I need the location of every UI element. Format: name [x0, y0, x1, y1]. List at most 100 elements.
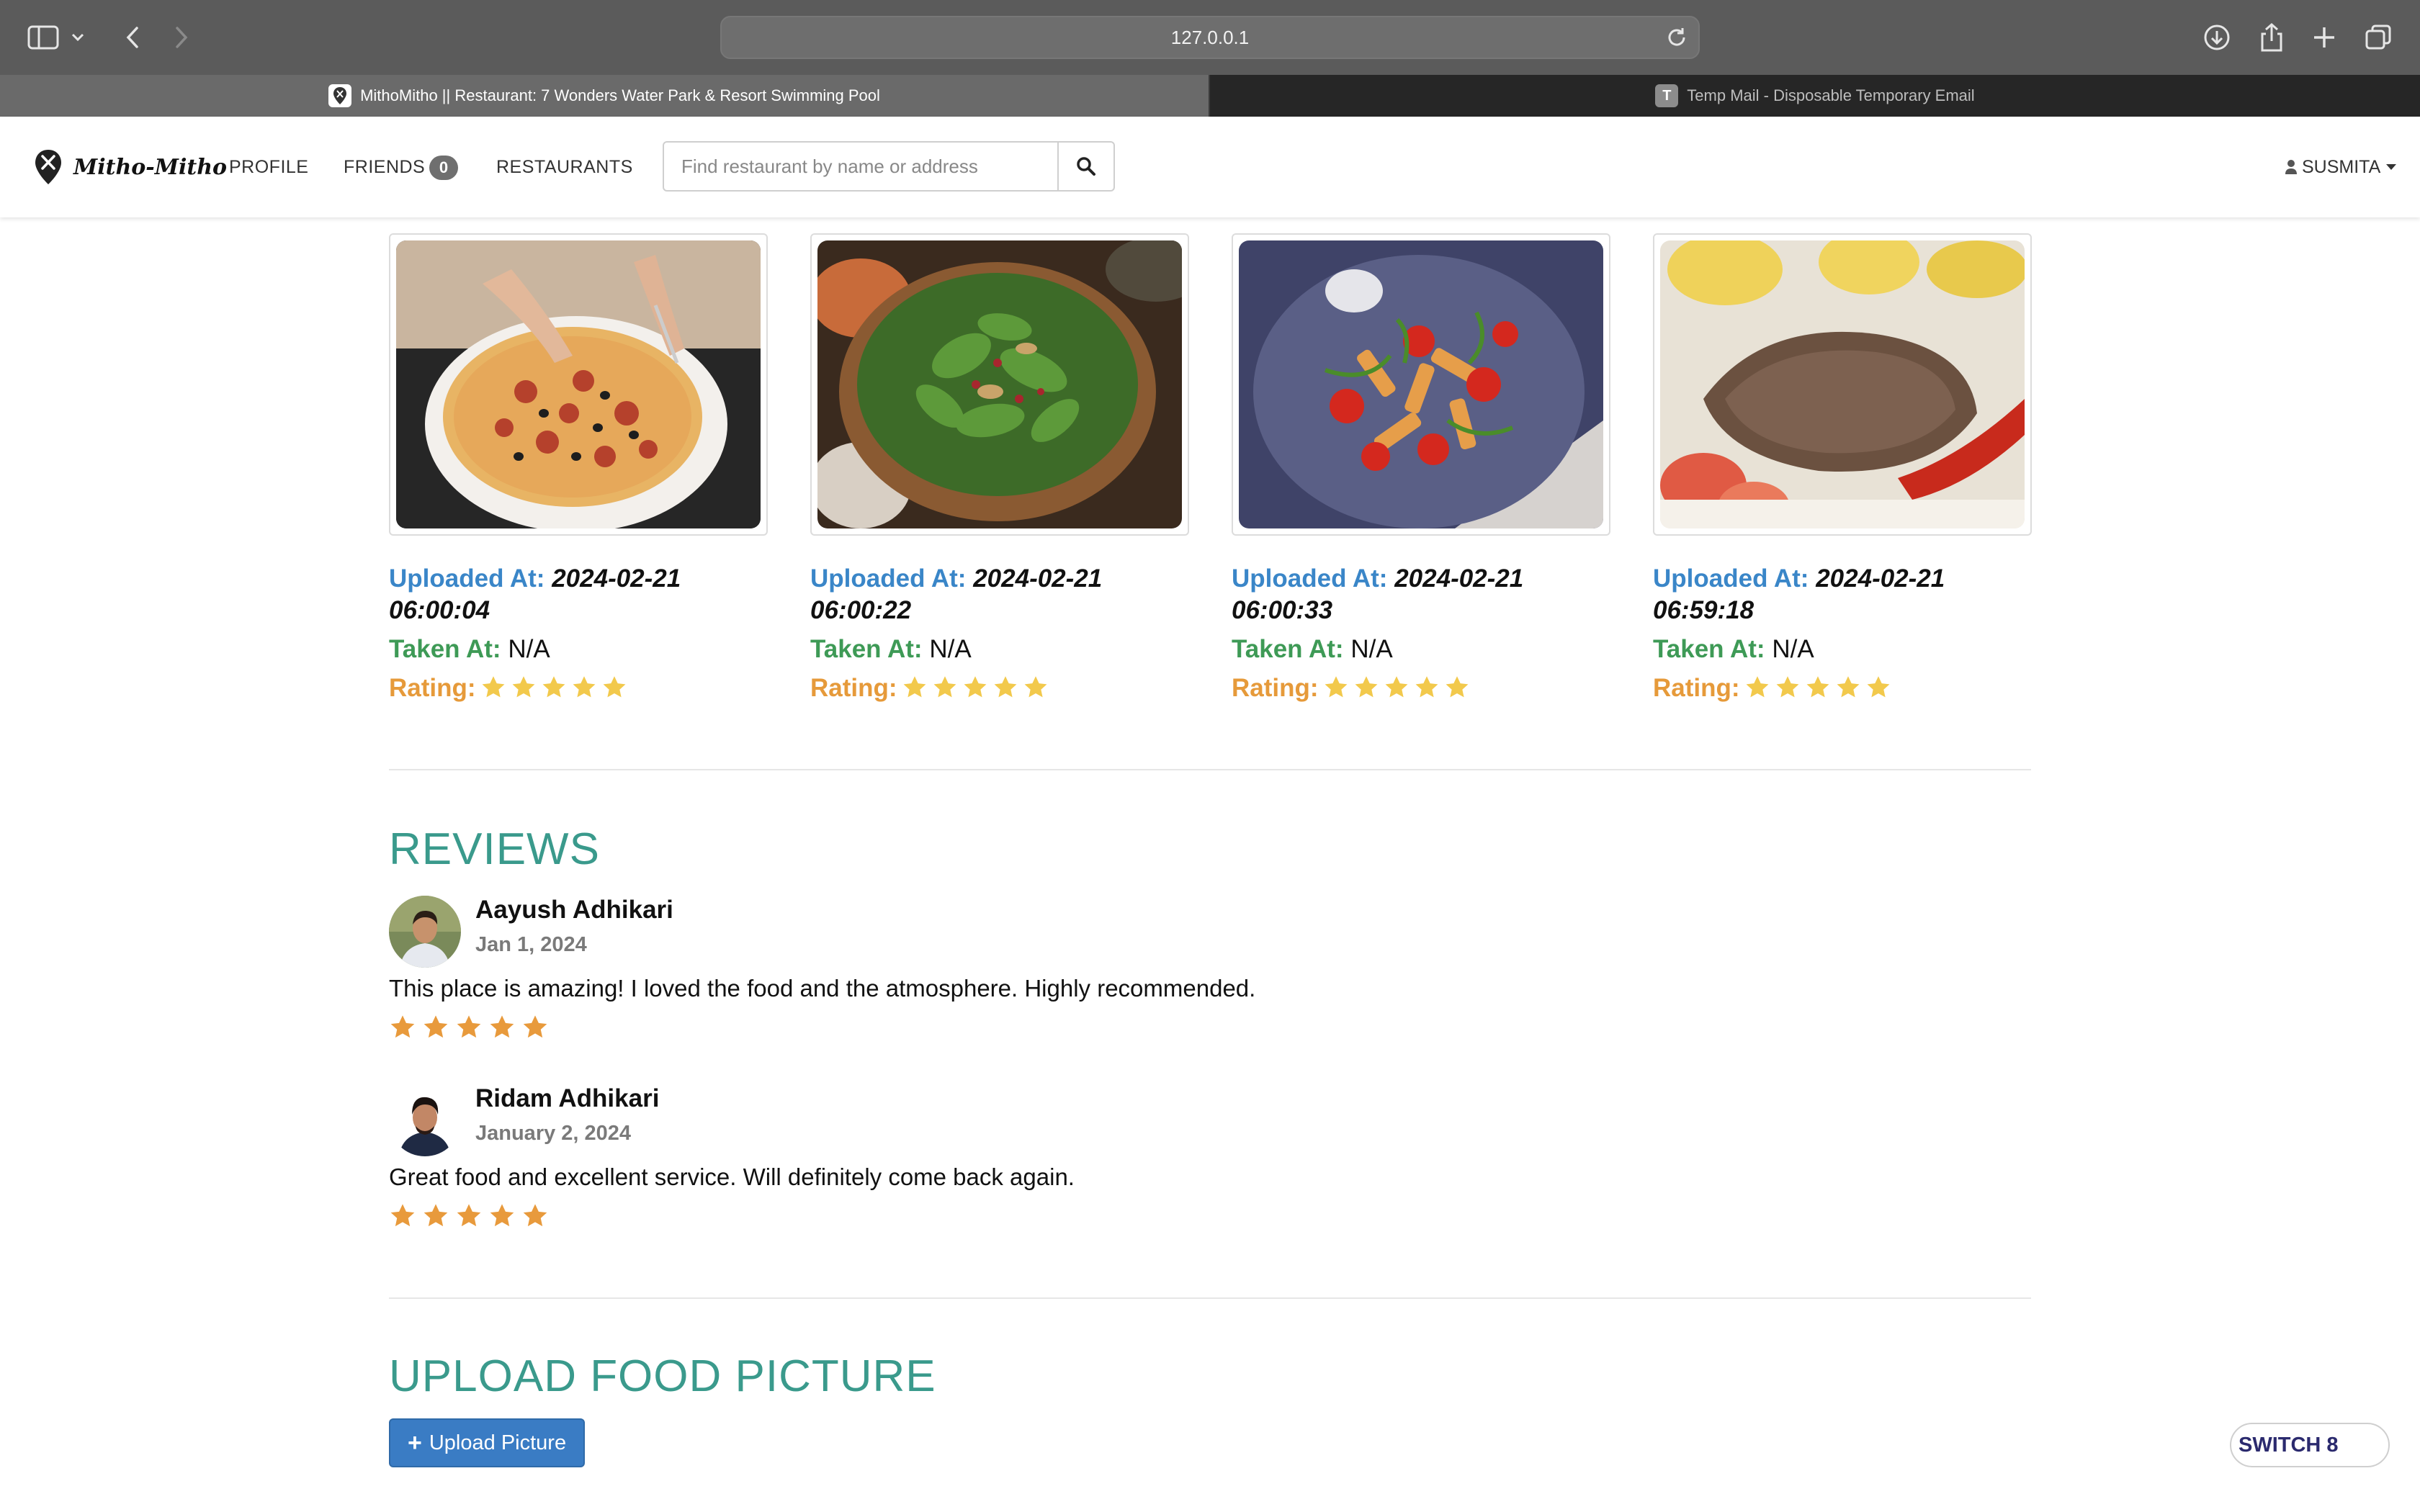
tab-title: Temp Mail - Disposable Temporary Email — [1687, 86, 1975, 104]
map-pin-cutlery-icon — [35, 150, 61, 184]
taken-at-value: N/A — [508, 635, 550, 663]
taken-at-value: N/A — [929, 635, 972, 663]
steak-photo — [1660, 240, 2025, 528]
star-icon — [994, 676, 1016, 698]
nav-restaurants[interactable]: RESTAURANTS — [496, 153, 633, 181]
brand-logo-link[interactable]: Mitho-Mitho — [33, 145, 227, 189]
nav-friends[interactable]: FRIENDS 0 — [344, 153, 459, 181]
download-icon[interactable] — [2200, 20, 2234, 55]
review-text: Great food and excellent service. Will d… — [389, 1164, 1075, 1190]
mithomitho-favicon-icon — [328, 84, 352, 107]
reviews-heading: REVIEWS — [389, 824, 600, 874]
sidebar-toggle-icon[interactable] — [26, 20, 60, 55]
uploaded-date: 2024-02-21 — [552, 564, 681, 593]
site-navbar: Mitho-Mitho PROFILE FRIENDS 0 RESTAURANTS… — [0, 117, 2420, 217]
avatar — [389, 896, 461, 968]
search-input[interactable] — [664, 143, 1059, 190]
star-icon — [482, 676, 504, 698]
review-star-rating — [389, 1202, 555, 1230]
star-icon — [390, 1015, 415, 1038]
photo-thumbnail[interactable] — [1653, 233, 2032, 536]
review-date: January 2, 2024 — [475, 1122, 632, 1145]
uploaded-at-label: Uploaded At: — [1653, 564, 1809, 593]
pizza-photo — [396, 240, 761, 528]
star-icon — [424, 1015, 448, 1038]
new-tab-icon[interactable] — [2307, 20, 2341, 55]
pasta-photo — [1239, 240, 1603, 528]
star-icon — [424, 1204, 448, 1227]
user-menu[interactable]: SUSMITA — [2285, 153, 2397, 181]
uploaded-time: 06:00:33 — [1232, 596, 1333, 624]
photo-thumbnail[interactable] — [810, 233, 1189, 536]
reviewer-name: Ridam Adhikari — [475, 1084, 660, 1112]
nav-profile[interactable]: PROFILE — [229, 153, 308, 181]
url-text: 127.0.0.1 — [1170, 27, 1250, 48]
reload-icon[interactable] — [1665, 26, 1688, 49]
star-rating — [902, 675, 1053, 701]
star-icon — [523, 1204, 547, 1227]
search-icon — [1077, 157, 1095, 176]
star-icon — [1385, 676, 1407, 698]
rating-label: Rating: — [389, 674, 476, 702]
search-button[interactable] — [1057, 143, 1113, 190]
star-icon — [933, 676, 956, 698]
star-icon — [603, 676, 625, 698]
star-icon — [1446, 676, 1468, 698]
star-icon — [1806, 676, 1829, 698]
taken-at-label: Taken At: — [1653, 635, 1765, 663]
restaurant-search — [663, 141, 1115, 192]
star-icon — [457, 1204, 481, 1227]
rating-label: Rating: — [1653, 674, 1740, 702]
star-icon — [1024, 676, 1047, 698]
star-icon — [457, 1015, 481, 1038]
back-icon[interactable] — [115, 20, 150, 55]
star-icon — [490, 1204, 514, 1227]
star-icon — [490, 1015, 514, 1038]
photo-thumbnail[interactable] — [389, 233, 768, 536]
tab-overview-icon[interactable] — [2361, 20, 2396, 55]
photo-card: Uploaded At: 2024-02-21 06:00:22 Taken A… — [810, 233, 1189, 704]
reviewer-name: Aayush Adhikari — [475, 896, 673, 924]
star-icon — [1867, 676, 1889, 698]
photo-card: Uploaded At: 2024-02-21 06:00:04 Taken A… — [389, 233, 768, 704]
upload-heading: UPLOAD FOOD PICTURE — [389, 1351, 936, 1401]
section-divider — [389, 769, 2031, 770]
friends-count-badge: 0 — [429, 156, 459, 181]
review-text: This place is amazing! I loved the food … — [389, 975, 1256, 1002]
star-icon — [964, 676, 986, 698]
nav-friends-label: FRIENDS — [344, 157, 426, 177]
tab-mithomitho[interactable]: MithoMitho || Restaurant: 7 Wonders Wate… — [0, 75, 1209, 117]
star-icon — [903, 676, 926, 698]
upload-picture-button[interactable]: + Upload Picture — [389, 1418, 586, 1467]
salad-photo — [817, 240, 1182, 528]
tab-bar: MithoMitho || Restaurant: 7 Wonders Wate… — [0, 75, 2420, 117]
star-icon — [1355, 676, 1377, 698]
switch-button[interactable]: SWITCH 8 — [2230, 1423, 2390, 1467]
chevron-down-icon[interactable] — [66, 20, 89, 55]
rating-label: Rating: — [1232, 674, 1319, 702]
star-icon — [1837, 676, 1859, 698]
star-icon — [1415, 676, 1438, 698]
caret-down-icon — [2386, 164, 2397, 170]
taken-at-label: Taken At: — [810, 635, 923, 663]
section-divider — [389, 1297, 2031, 1299]
browser-toolbar: 127.0.0.1 — [0, 0, 2420, 75]
uploaded-at-label: Uploaded At: — [389, 564, 545, 593]
tab-temp-mail[interactable]: T Temp Mail - Disposable Temporary Email — [1210, 75, 2420, 117]
uploaded-at-label: Uploaded At: — [1232, 564, 1388, 593]
taken-at-label: Taken At: — [1232, 635, 1344, 663]
temp-mail-favicon-icon: T — [1655, 84, 1679, 107]
taken-at-value: N/A — [1772, 635, 1814, 663]
uploaded-time: 06:00:04 — [389, 596, 490, 624]
rating-label: Rating: — [810, 674, 897, 702]
share-icon[interactable] — [2254, 20, 2289, 55]
photo-thumbnail[interactable] — [1232, 233, 1610, 536]
uploaded-time: 06:00:22 — [810, 596, 912, 624]
star-rating — [1323, 675, 1474, 701]
uploaded-date: 2024-02-21 — [1394, 564, 1524, 593]
address-bar[interactable]: 127.0.0.1 — [720, 16, 1700, 59]
star-icon — [512, 676, 534, 698]
star-icon — [1776, 676, 1798, 698]
star-icon — [1325, 676, 1347, 698]
review-date: Jan 1, 2024 — [475, 933, 587, 956]
